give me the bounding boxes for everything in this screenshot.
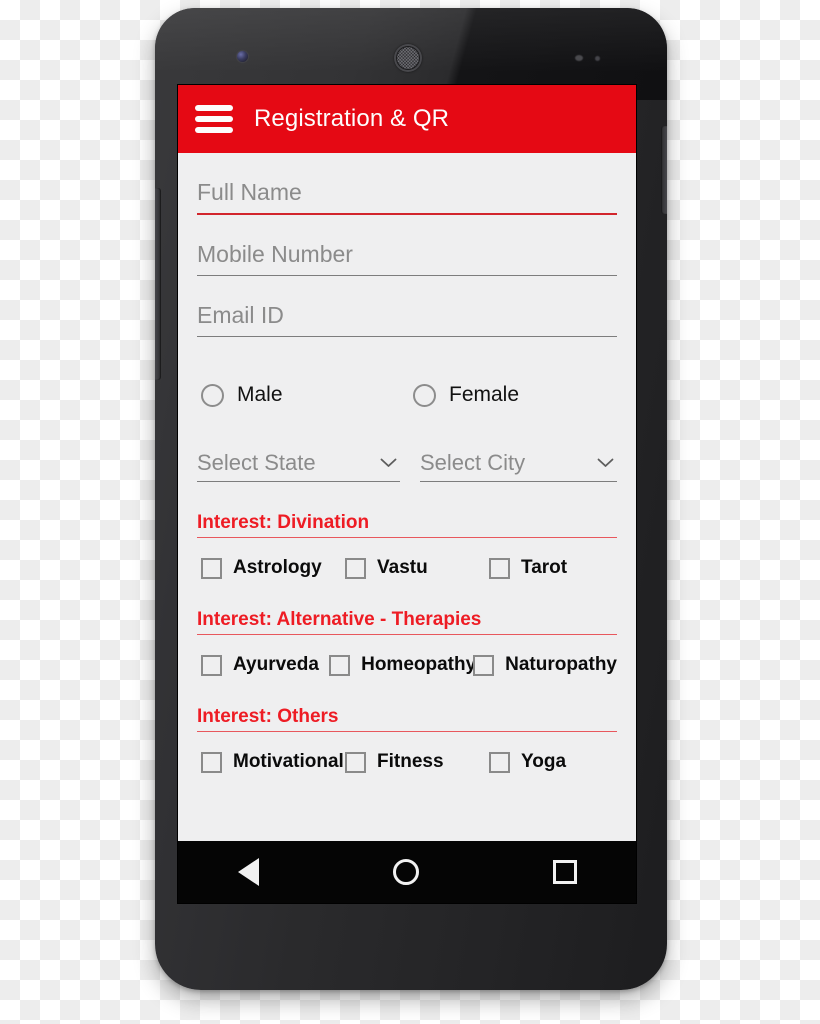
checkbox-icon (345, 557, 366, 579)
checkbox-tarot-label: Tarot (521, 557, 568, 578)
chevron-down-icon (597, 458, 614, 468)
mobile-number-field[interactable]: Mobile Number (197, 239, 617, 276)
checkbox-group-divination: Astrology Vastu Tarot (197, 557, 617, 579)
location-select-row: Select State Select City (197, 450, 617, 482)
checkbox-fitness-label: Fitness (377, 751, 444, 772)
checkbox-icon (489, 557, 510, 579)
email-id-field[interactable]: Email ID (197, 300, 617, 337)
section-heading-others: Interest: Others (197, 706, 617, 732)
checkbox-homeopathy[interactable]: Homeopathy (329, 654, 477, 676)
hamburger-menu-icon[interactable] (195, 105, 233, 133)
checkbox-icon (201, 654, 222, 676)
volume-rocker-button[interactable] (155, 188, 161, 380)
radio-female[interactable]: Female (413, 383, 519, 407)
checkbox-fitness[interactable]: Fitness (345, 751, 489, 773)
select-state-dropdown[interactable]: Select State (197, 450, 400, 482)
checkbox-icon (329, 654, 351, 676)
radio-circle-icon (413, 383, 436, 407)
checkbox-icon (473, 654, 495, 676)
radio-circle-icon (201, 383, 224, 407)
registration-form: Full Name Mobile Number Email ID Male Fe… (178, 177, 636, 773)
chevron-down-icon (380, 458, 397, 468)
nav-home-button[interactable] (335, 859, 476, 885)
square-recents-icon (553, 860, 578, 884)
page-title: Registration & QR (254, 105, 450, 132)
checkbox-icon (201, 557, 222, 579)
checkbox-homeopathy-label: Homeopathy (361, 654, 477, 675)
hamburger-bar (195, 105, 233, 111)
checkbox-ayurveda-label: Ayurveda (233, 654, 319, 675)
select-city-dropdown[interactable]: Select City (420, 450, 617, 482)
full-name-field[interactable]: Full Name (197, 177, 617, 215)
checkbox-icon (489, 751, 510, 773)
section-heading-divination: Interest: Divination (197, 512, 617, 538)
full-name-placeholder: Full Name (197, 179, 302, 205)
power-button[interactable] (661, 126, 667, 214)
checkbox-vastu[interactable]: Vastu (345, 557, 489, 579)
checkbox-vastu-label: Vastu (377, 557, 428, 578)
checkbox-astrology[interactable]: Astrology (201, 557, 345, 579)
section-heading-alternative-therapies: Interest: Alternative - Therapies (197, 609, 617, 635)
proximity-sensor-icon (575, 55, 583, 61)
checkbox-naturopathy[interactable]: Naturopathy (473, 654, 617, 676)
checkbox-yoga-label: Yoga (521, 751, 567, 772)
app-bar: Registration & QR (178, 85, 636, 153)
checkbox-group-others: Motivational Fitness Yoga (197, 751, 617, 773)
android-navigation-bar (178, 841, 636, 903)
hamburger-bar (195, 116, 233, 122)
mobile-number-placeholder: Mobile Number (197, 241, 353, 267)
radio-male-label: Male (237, 383, 283, 406)
triangle-back-icon (238, 858, 260, 886)
checkbox-ayurveda[interactable]: Ayurveda (201, 654, 329, 676)
checkbox-group-alternative-therapies: Ayurveda Homeopathy Naturopathy (197, 654, 617, 676)
select-state-value: Select State (197, 450, 316, 475)
radio-female-label: Female (449, 383, 520, 406)
checkbox-motivational[interactable]: Motivational (201, 751, 345, 773)
checkbox-motivational-label: Motivational (233, 751, 344, 772)
front-camera-icon (237, 51, 248, 62)
checkbox-astrology-label: Astrology (233, 557, 322, 578)
nav-back-button[interactable] (178, 858, 335, 886)
checkbox-icon (201, 751, 222, 773)
radio-male[interactable]: Male (201, 383, 413, 407)
earpiece-speaker-icon (394, 44, 422, 72)
nav-recents-button[interactable] (477, 860, 636, 884)
gender-radio-group: Male Female (197, 383, 617, 407)
circle-home-icon (392, 859, 419, 885)
light-sensor-icon (595, 56, 600, 61)
checkbox-icon (345, 751, 366, 773)
checkbox-yoga[interactable]: Yoga (489, 751, 566, 773)
hamburger-bar (195, 127, 233, 133)
select-city-value: Select City (420, 450, 526, 475)
phone-screen: Registration & QR Full Name Mobile Numbe… (178, 85, 636, 903)
checkbox-naturopathy-label: Naturopathy (505, 654, 617, 675)
checkbox-tarot[interactable]: Tarot (489, 557, 567, 579)
email-id-placeholder: Email ID (197, 302, 284, 328)
phone-device: Registration & QR Full Name Mobile Numbe… (155, 8, 667, 990)
